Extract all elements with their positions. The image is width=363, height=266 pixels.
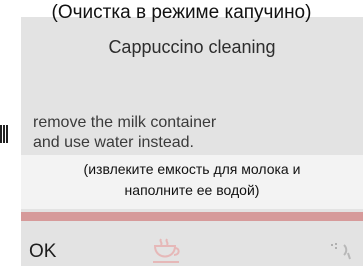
instruction-text: remove the milk container and use water …	[33, 113, 353, 153]
edge-mark	[0, 125, 9, 143]
steam-icon[interactable]	[328, 239, 356, 263]
cup-icon[interactable]	[149, 236, 183, 266]
translation-line-2: наполните ее водой)	[124, 182, 260, 198]
russian-caption: (Очистка в режиме капучино)	[51, 2, 312, 23]
translation-line-1: (извлеките емкость для молока и	[83, 161, 301, 177]
ok-button[interactable]: OK	[29, 241, 56, 263]
machine-display: Cappuccino cleaning remove the milk cont…	[21, 17, 363, 266]
instruction-line-2: and use water instead.	[33, 134, 194, 151]
screen-title: Cappuccino cleaning	[108, 37, 276, 57]
translation-text: (извлеките емкость для молока и наполнит…	[21, 159, 363, 201]
red-divider	[21, 212, 363, 221]
instruction-line-1: remove the milk container	[33, 114, 217, 131]
